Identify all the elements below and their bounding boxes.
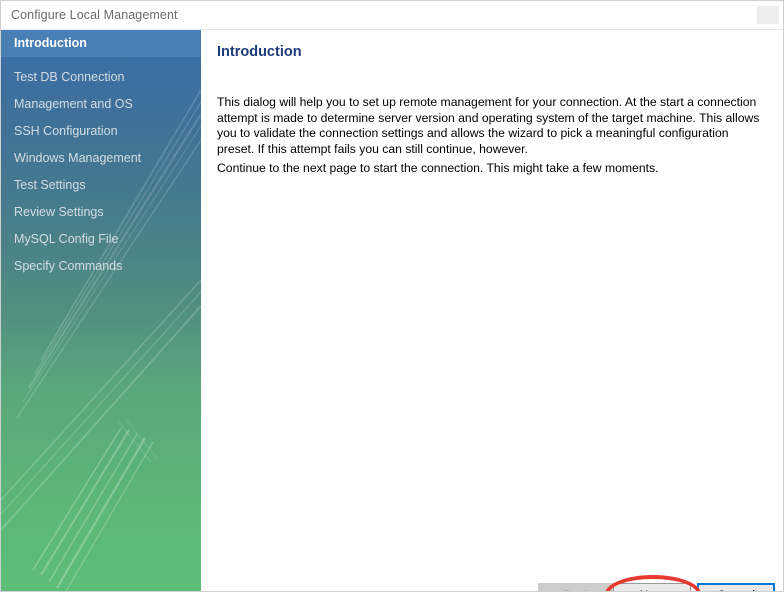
dialog-button-bar: Back Next Cancel [201, 554, 784, 592]
sidebar-item-label: Test Settings [14, 178, 86, 192]
sidebar-item-label: Review Settings [14, 205, 104, 219]
back-button[interactable]: Back [538, 583, 616, 592]
sidebar-item-ssh-configuration[interactable]: SSH Configuration [1, 118, 201, 145]
next-button[interactable]: Next [613, 583, 691, 592]
sidebar-item-review-settings[interactable]: Review Settings [1, 199, 201, 226]
sidebar-item-test-settings[interactable]: Test Settings [1, 172, 201, 199]
sidebar-item-label: Windows Management [14, 151, 141, 165]
sidebar-item-mysql-config-file[interactable]: MySQL Config File [1, 226, 201, 253]
sidebar-item-management-and-os[interactable]: Management and OS [1, 91, 201, 118]
sidebar-item-label: MySQL Config File [14, 232, 118, 246]
title-bar: Configure Local Management [1, 1, 784, 30]
content-pane: Introduction This dialog will help you t… [201, 30, 784, 592]
sidebar-item-specify-commands[interactable]: Specify Commands [1, 253, 201, 280]
wizard-dialog: Configure Local Management [0, 0, 784, 592]
intro-paragraph-1: This dialog will help you to set up remo… [217, 95, 763, 157]
sidebar-item-label: Test DB Connection [14, 70, 124, 84]
sidebar-item-label: Introduction [14, 36, 87, 50]
sidebar-item-label: SSH Configuration [14, 124, 118, 138]
cancel-button[interactable]: Cancel [697, 583, 775, 592]
sidebar-item-test-db-connection[interactable]: Test DB Connection [1, 64, 201, 91]
window-control-icon[interactable] [757, 6, 779, 24]
sidebar-item-introduction[interactable]: Introduction [1, 30, 201, 57]
intro-paragraph-2: Continue to the next page to start the c… [217, 161, 763, 177]
window-title: Configure Local Management [11, 8, 178, 22]
page-title: Introduction [217, 44, 302, 60]
sidebar-item-label: Management and OS [14, 97, 133, 111]
sidebar-item-windows-management[interactable]: Windows Management [1, 145, 201, 172]
sidebar-item-label: Specify Commands [14, 259, 122, 273]
wizard-step-sidebar: Introduction Test DB Connection Manageme… [1, 30, 201, 592]
